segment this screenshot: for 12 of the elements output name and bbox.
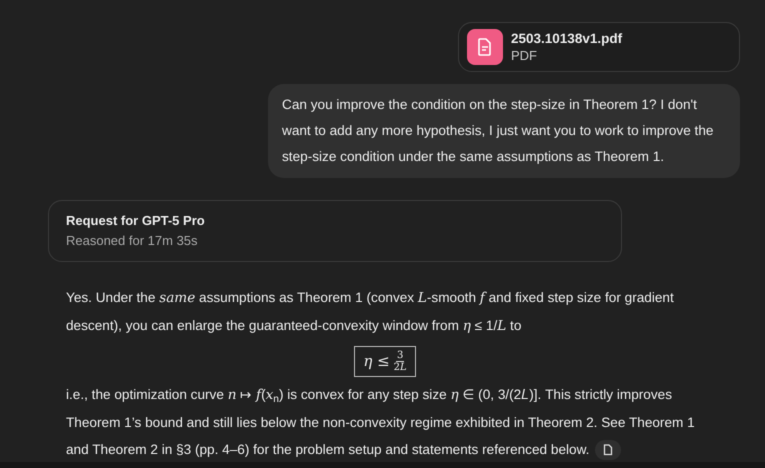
answer-paragraph: i.e., the optimization curve n ↦ f(x$_{n}$) is convex for any step size η ∈ (0, 3/(2𝐿)]. This strictly improves Theorem 1’s bound and still lies below the non-convexity regime exhibited in Theorem 2. See Theorem 1 and Theorem 2 in §3 (pp. 4–6) for the problem setup and statements referenced below.: [66, 381, 704, 463]
attachment-card[interactable]: 2503.10138v1.pdf PDF: [458, 22, 740, 72]
document-icon: [603, 444, 614, 456]
request-title: Request for GPT-5 Pro: [66, 212, 206, 230]
reasoning-time: Reasoned for 17m 35s: [66, 232, 199, 250]
user-message: Can you improve the condition on the step-size in Theorem 1? I don't want to add any more hypothesis, I just want you to work to improve the step-size condition under the same assumptions as Theorem 1.: [268, 84, 740, 178]
file-name: 2503.10138v1.pdf: [511, 30, 622, 48]
citation-button[interactable]: [595, 440, 622, 460]
file-icon: [467, 29, 503, 65]
request-card[interactable]: Request for GPT-5 Pro Reasoned for 17m 35s: [48, 200, 622, 262]
answer-paragraph: Yes. Under the same assumptions as Theorem 1 (convex L-smooth f and fixed step size for gradient descent), you can enlarge the guaranteed-convexity window from η ≤ 1/L to: [66, 289, 675, 336]
file-type: PDF: [511, 48, 538, 64]
